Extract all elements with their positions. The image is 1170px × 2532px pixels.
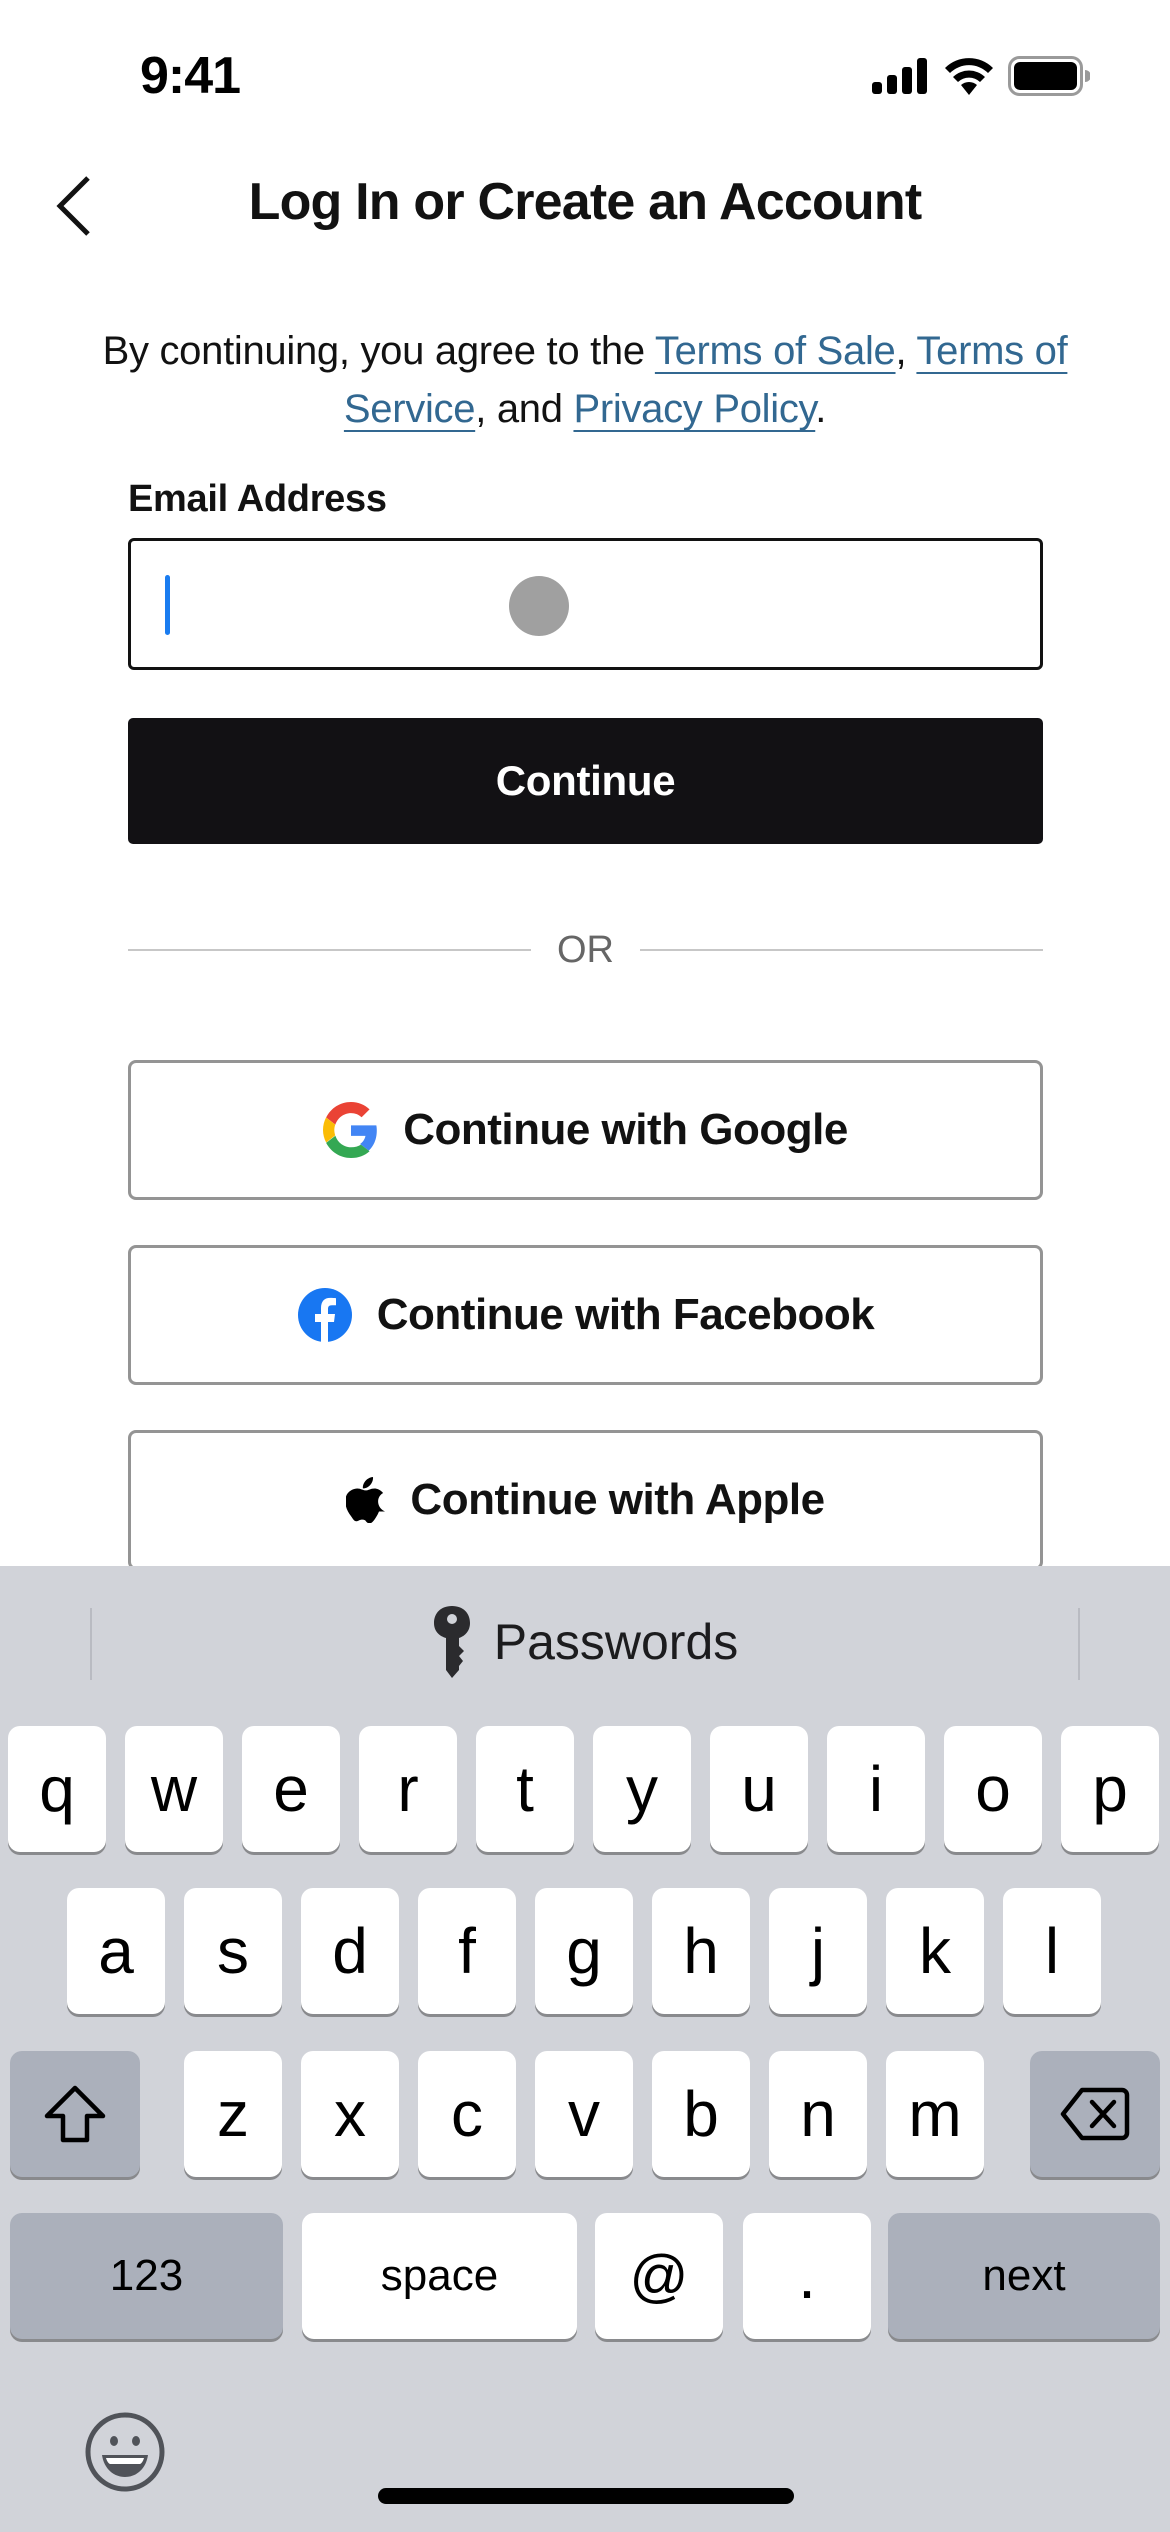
- home-indicator[interactable]: [378, 2488, 794, 2504]
- keyboard-suggestion-bar: Passwords: [0, 1566, 1170, 1721]
- or-label: OR: [557, 928, 614, 971]
- key-e[interactable]: e: [242, 1726, 340, 1852]
- email-label: Email Address: [128, 478, 387, 520]
- key-c[interactable]: c: [418, 2051, 516, 2177]
- space-key[interactable]: space: [302, 2213, 577, 2339]
- divider-line-left: [128, 949, 531, 951]
- key-t[interactable]: t: [476, 1726, 574, 1852]
- wifi-icon: [945, 58, 993, 95]
- shift-icon: [44, 2085, 106, 2143]
- text-caret: [165, 575, 170, 635]
- terms-sep-1: ,: [895, 329, 917, 373]
- key-g[interactable]: g: [535, 1888, 633, 2014]
- terms-notice: By continuing, you agree to the Terms of…: [70, 322, 1100, 438]
- page-title: Log In or Create an Account: [248, 173, 923, 231]
- shift-key[interactable]: [10, 2051, 140, 2177]
- key-w[interactable]: w: [125, 1726, 223, 1852]
- key-k[interactable]: k: [886, 1888, 984, 2014]
- key-z[interactable]: z: [184, 2051, 282, 2177]
- terms-sep-2: , and: [475, 387, 574, 431]
- continue-with-apple-button[interactable]: Continue with Apple: [128, 1430, 1043, 1570]
- key-a[interactable]: a: [67, 1888, 165, 2014]
- key-y[interactable]: y: [593, 1726, 691, 1852]
- facebook-icon: [297, 1288, 352, 1343]
- next-key[interactable]: next: [888, 2213, 1160, 2339]
- touch-indicator: [509, 576, 569, 636]
- dot-key[interactable]: .: [743, 2213, 871, 2339]
- emoji-icon: [85, 2412, 165, 2492]
- header: Log In or Create an Account: [0, 150, 1170, 260]
- key-b[interactable]: b: [652, 2051, 750, 2177]
- key-u[interactable]: u: [710, 1726, 808, 1852]
- emoji-button[interactable]: [84, 2411, 166, 2493]
- key-x[interactable]: x: [301, 2051, 399, 2177]
- email-input[interactable]: [131, 541, 1040, 667]
- status-bar: 9:41: [0, 0, 1170, 150]
- continue-with-google-label: Continue with Google: [403, 1105, 848, 1154]
- numbers-key[interactable]: 123: [10, 2213, 283, 2339]
- passwords-button[interactable]: Passwords: [0, 1606, 1170, 1678]
- key-j[interactable]: j: [769, 1888, 867, 2014]
- passwords-label: Passwords: [493, 1614, 739, 1670]
- key-q[interactable]: q: [8, 1726, 106, 1852]
- key-n[interactable]: n: [769, 2051, 867, 2177]
- continue-with-facebook-button[interactable]: Continue with Facebook: [128, 1245, 1043, 1385]
- key-f[interactable]: f: [418, 1888, 516, 2014]
- continue-with-facebook-label: Continue with Facebook: [376, 1290, 875, 1339]
- continue-button[interactable]: Continue: [128, 718, 1043, 844]
- key-d[interactable]: d: [301, 1888, 399, 2014]
- continue-with-google-button[interactable]: Continue with Google: [128, 1060, 1043, 1200]
- divider-line-right: [640, 949, 1043, 951]
- battery-icon: [1008, 56, 1090, 96]
- email-field-container[interactable]: [128, 538, 1043, 670]
- status-icons: [872, 56, 1090, 96]
- apple-icon: [346, 1477, 386, 1523]
- continue-with-apple-label: Continue with Apple: [410, 1475, 825, 1524]
- terms-suffix: .: [815, 387, 827, 431]
- terms-of-sale-link[interactable]: Terms of Sale: [655, 329, 896, 373]
- key-h[interactable]: h: [652, 1888, 750, 2014]
- key-i[interactable]: i: [827, 1726, 925, 1852]
- key-icon: [433, 1606, 470, 1678]
- status-time: 9:41: [140, 47, 241, 105]
- google-icon: [323, 1102, 377, 1158]
- or-divider: OR: [128, 920, 1043, 980]
- key-l[interactable]: l: [1003, 1888, 1101, 2014]
- key-r[interactable]: r: [359, 1726, 457, 1852]
- terms-prefix: By continuing, you agree to the: [102, 329, 655, 373]
- key-v[interactable]: v: [535, 2051, 633, 2177]
- key-m[interactable]: m: [886, 2051, 984, 2177]
- keyboard: Passwords qwertyuiop asdfghjkl zxcvbnm 1…: [0, 1566, 1170, 2532]
- delete-key[interactable]: [1030, 2051, 1160, 2177]
- key-o[interactable]: o: [944, 1726, 1042, 1852]
- key-p[interactable]: p: [1061, 1726, 1159, 1852]
- cellular-signal-icon: [872, 58, 927, 94]
- privacy-policy-link[interactable]: Privacy Policy: [573, 387, 815, 431]
- at-key[interactable]: @: [595, 2213, 723, 2339]
- delete-icon: [1060, 2087, 1130, 2141]
- key-s[interactable]: s: [184, 1888, 282, 2014]
